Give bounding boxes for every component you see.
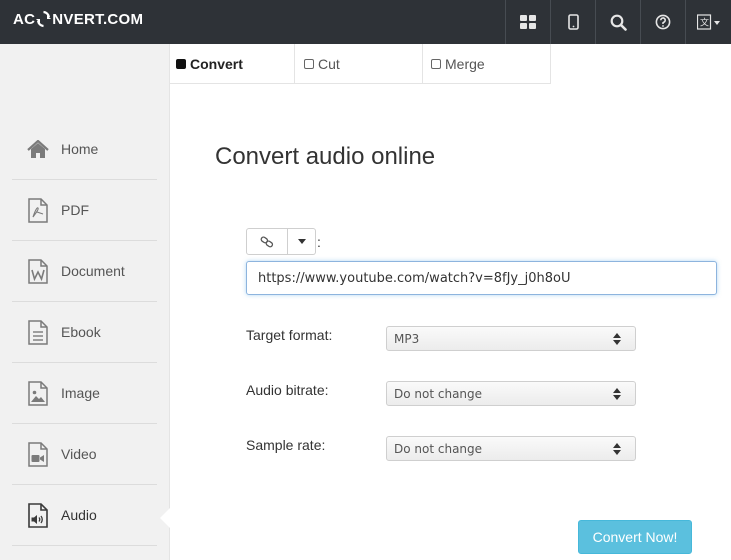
ebook-icon [24,318,52,346]
sidebar: Home PDF Document Ebook Image Video Audi… [0,44,171,560]
sidebar-item-video[interactable]: Video [12,424,157,485]
document-icon [24,257,52,285]
select-arrows-icon [613,333,621,345]
sidebar-item-label: Image [61,385,100,401]
sidebar-item-ebook[interactable]: Ebook [12,302,157,363]
convert-now-button[interactable]: Convert Now! [578,520,692,554]
tab-merge[interactable]: Merge [423,44,551,84]
brand-logo-icon [36,10,52,28]
image-icon [24,379,52,407]
search-icon[interactable] [595,0,640,44]
checkbox-icon [304,58,314,69]
language-icon[interactable]: 文 [685,0,731,44]
brand-text-left: AC [13,10,36,28]
sidebar-item-label: Audio [61,507,97,523]
audio-bitrate-label: Audio bitrate: [246,382,329,398]
sample-rate-value: Do not change [394,441,483,456]
target-format-select[interactable]: MP3 [386,326,636,351]
url-input[interactable] [246,261,717,295]
svg-text:文: 文 [700,17,709,29]
sidebar-item-home[interactable]: Home [12,119,157,180]
sidebar-item-label: Ebook [61,324,101,340]
tab-cut[interactable]: Cut [295,44,423,84]
tool-tabs: Convert Cut Merge [170,44,551,84]
source-dropdown-button[interactable] [288,228,316,255]
audio-bitrate-select[interactable]: Do not change [386,381,636,406]
sidebar-item-pdf[interactable]: PDF [12,180,157,241]
source-label-colon: : [317,233,321,250]
sidebar-item-image[interactable]: Image [12,363,157,424]
help-icon[interactable] [640,0,685,44]
sidebar-item-label: Document [61,263,125,279]
tab-label: Convert [190,55,243,72]
video-icon [24,440,52,468]
brand-text-right: NVERT.COM [52,10,144,28]
apps-grid-icon[interactable] [505,0,550,44]
select-arrows-icon [613,388,621,400]
top-navbar: AC NVERT.COM 文 [0,0,731,44]
home-icon [24,135,52,163]
sidebar-item-label: PDF [61,202,89,218]
select-arrows-icon [613,443,621,455]
checkbox-icon [431,58,441,69]
brand-logo[interactable]: AC NVERT.COM [13,10,143,28]
caret-down-icon [297,239,306,244]
sidebar-item-label: Home [61,141,99,157]
sample-rate-label: Sample rate: [246,437,326,453]
link-source-button[interactable] [246,228,288,255]
sidebar-item-document[interactable]: Document [12,241,157,302]
active-item-pointer [160,507,171,529]
target-format-label: Target format: [246,327,333,343]
audio-icon [24,501,52,529]
page-title: Convert audio online [215,143,436,170]
sample-rate-select[interactable]: Do not change [386,436,636,461]
tab-label: Merge [445,55,485,72]
sidebar-item-label: Video [61,446,97,462]
mobile-icon[interactable] [550,0,595,44]
source-selector: : [246,228,321,255]
tab-label: Cut [318,55,340,72]
tab-convert[interactable]: Convert [170,44,295,84]
audio-bitrate-value: Do not change [394,386,483,401]
sidebar-item-audio[interactable]: Audio [12,485,157,546]
link-icon [260,235,274,247]
pdf-icon [24,196,52,224]
target-format-value: MP3 [394,331,420,346]
checkbox-icon [176,58,186,69]
